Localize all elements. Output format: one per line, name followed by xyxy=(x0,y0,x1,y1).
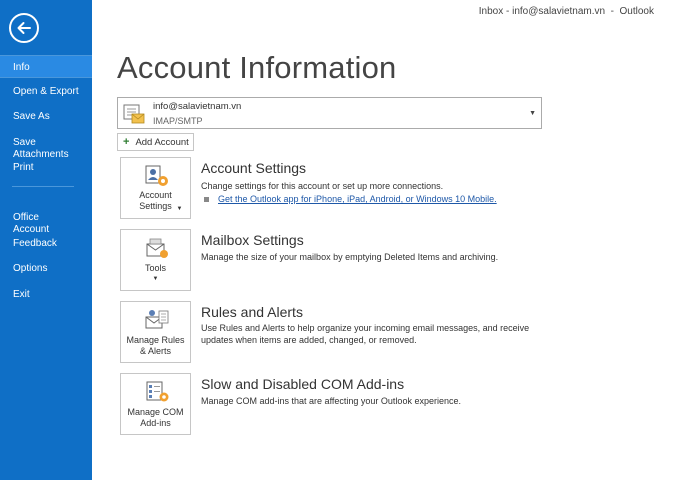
nav-item-label: Info xyxy=(13,62,30,73)
account-selector[interactable]: info@salavietnam.vn IMAP/SMTP ▼ xyxy=(117,97,542,129)
mail-account-icon xyxy=(123,104,145,124)
nav-item-feedback[interactable]: Feedback xyxy=(0,238,92,250)
window-title: Inbox - info@salavietnam.vn - Outlook xyxy=(478,6,654,17)
chevron-down-icon: ▼ xyxy=(529,110,536,117)
section-title: Account Settings xyxy=(201,160,307,176)
com-addins-icon xyxy=(146,381,169,402)
account-email: info@salavietnam.vn xyxy=(153,101,242,112)
tile-label: Tools xyxy=(144,263,166,273)
nav-divider xyxy=(12,186,74,187)
chevron-down-icon: ▼ xyxy=(176,206,183,212)
nav-item-print[interactable]: Print xyxy=(0,162,92,174)
nav-item-label: Save Attachments xyxy=(13,137,69,160)
tile-label: Manage Rules & Alerts xyxy=(126,335,185,356)
page-title: Account Information xyxy=(117,50,397,85)
section-description: Manage the size of your mailbox by empty… xyxy=(201,252,499,262)
manage-rules-alerts-button[interactable]: Manage Rules & Alerts xyxy=(120,301,191,363)
nav-item-office-account[interactable]: Office Account xyxy=(0,200,92,236)
manage-com-addins-button[interactable]: Manage COM Add-ins xyxy=(120,373,191,435)
nav-item-label: Feedback xyxy=(13,238,57,249)
link-text: Get the Outlook app for iPhone, iPad, An… xyxy=(218,194,497,204)
section-title: Slow and Disabled COM Add-ins xyxy=(201,376,405,392)
account-settings-icon xyxy=(145,165,168,186)
chevron-down-icon: ▼ xyxy=(152,276,159,282)
backstage-sidebar: Info Open & Export Save As Save Attachme… xyxy=(0,0,92,480)
nav-item-save-as[interactable]: Save As xyxy=(0,111,92,123)
nav-item-label: Exit xyxy=(13,289,30,300)
nav-item-label: Options xyxy=(13,263,48,274)
add-account-label: Add Account xyxy=(135,136,189,148)
outlook-app-link[interactable]: Get the Outlook app for iPhone, iPad, An… xyxy=(204,194,497,204)
section-title: Rules and Alerts xyxy=(201,304,303,320)
rules-alerts-icon xyxy=(145,310,169,329)
nav-item-label: Print xyxy=(13,162,34,173)
nav-item-open-export[interactable]: Open & Export xyxy=(0,86,92,98)
tools-icon xyxy=(146,238,168,258)
nav-item-exit[interactable]: Exit xyxy=(0,289,92,301)
back-button[interactable] xyxy=(9,13,39,43)
nav-item-label: Save As xyxy=(13,111,50,122)
nav-item-options[interactable]: Options xyxy=(0,263,92,275)
account-type: IMAP/SMTP xyxy=(153,116,203,126)
account-settings-button[interactable]: Account Settings ▼ xyxy=(120,157,191,219)
section-title: Mailbox Settings xyxy=(201,232,304,248)
nav-item-label: Office Account xyxy=(13,212,50,235)
add-account-button[interactable]: + Add Account xyxy=(117,133,194,151)
back-arrow-icon xyxy=(17,22,31,34)
plus-icon: + xyxy=(123,136,130,148)
nav-item-save-attachments[interactable]: Save Attachments xyxy=(0,137,92,161)
nav-item-info[interactable]: Info xyxy=(0,55,92,78)
section-description: Change settings for this account or set … xyxy=(201,181,444,191)
bullet-icon xyxy=(204,197,209,203)
tile-label: Manage COM Add-ins xyxy=(127,407,184,428)
section-description: Use Rules and Alerts to help organize yo… xyxy=(201,323,530,345)
tools-button[interactable]: Tools ▼ xyxy=(120,229,191,291)
section-description: Manage COM add-ins that are affecting yo… xyxy=(201,396,461,406)
nav-item-label: Open & Export xyxy=(13,86,79,97)
